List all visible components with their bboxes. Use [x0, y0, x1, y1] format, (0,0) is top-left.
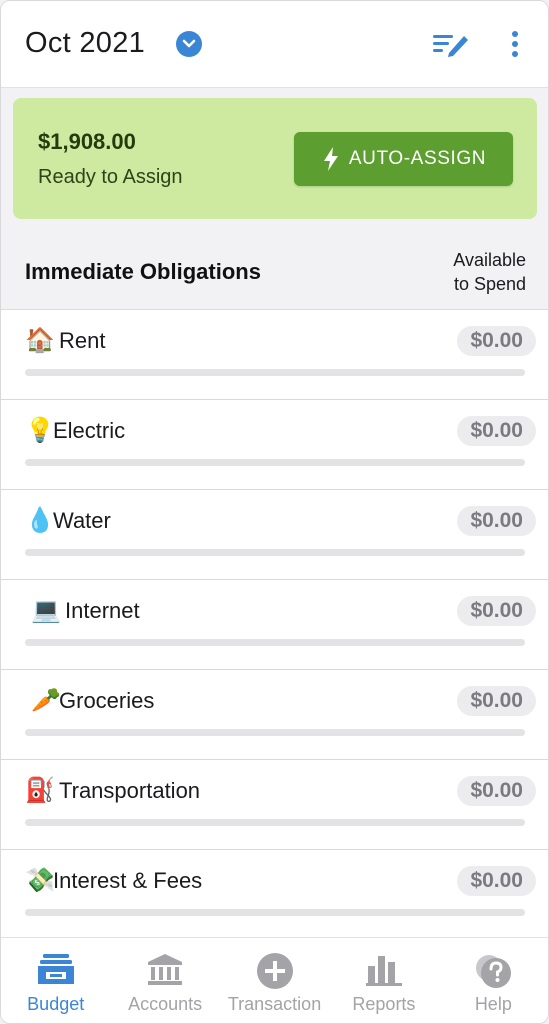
plus-circle-icon [256, 953, 293, 989]
category-name: Internet [65, 598, 140, 623]
lightbulb-icon: 💡 [25, 417, 55, 444]
funding-progress-bar [25, 909, 525, 916]
fuel-pump-icon: ⛽ [25, 777, 55, 804]
funding-progress-bar [25, 819, 525, 826]
category-name: Transportation [59, 778, 201, 803]
category-row-interest-fees[interactable]: 💸 Interest & Fees $0.00 [1, 850, 548, 940]
edit-list-icon[interactable] [431, 29, 471, 59]
budget-icon [37, 954, 74, 984]
nav-label: Help [474, 994, 512, 1014]
group-title: Immediate Obligations [25, 259, 261, 284]
available-column-header: Available to Spend [453, 248, 526, 296]
nav-reports[interactable]: Reports [329, 938, 438, 1023]
ready-to-assign-label: Ready to Assign [38, 166, 183, 188]
category-name: Electric [53, 418, 126, 443]
nav-label: Transaction [227, 994, 322, 1014]
nav-label: Reports [352, 994, 416, 1014]
house-icon: 🏠 [25, 327, 55, 354]
nav-help[interactable]: Help [439, 938, 548, 1023]
laptop-icon: 💻 [31, 597, 61, 624]
bottom-navigation: Budget Accounts Transaction Reports Help [1, 937, 548, 1023]
nav-transaction[interactable]: Transaction [220, 938, 329, 1023]
droplet-icon: 💧 [25, 507, 55, 534]
month-title[interactable]: Oct 2021 [25, 27, 145, 60]
available-amount[interactable]: $0.00 [457, 866, 536, 896]
nav-label: Budget [27, 994, 85, 1014]
ready-to-assign-amount: $1,908.00 [38, 129, 136, 154]
category-name: Rent [59, 328, 106, 353]
nav-accounts[interactable]: Accounts [110, 938, 219, 1023]
category-name: Water [53, 508, 111, 533]
category-row-internet[interactable]: 💻 Internet $0.00 [1, 580, 548, 670]
available-amount[interactable]: $0.00 [457, 416, 536, 446]
available-header-line1: Available [453, 250, 526, 270]
category-row-water[interactable]: 💧 Water $0.00 [1, 490, 548, 580]
funding-progress-bar [25, 369, 525, 376]
lightning-bolt-icon [323, 147, 338, 171]
funding-progress-bar [25, 639, 525, 646]
bar-chart-icon [365, 956, 402, 986]
category-name: Groceries [59, 688, 155, 713]
bank-icon [148, 954, 183, 985]
funding-progress-bar [25, 729, 525, 736]
category-row-groceries[interactable]: 🥕 Groceries $0.00 [1, 670, 548, 760]
category-row-transportation[interactable]: ⛽ Transportation $0.00 [1, 760, 548, 850]
more-vertical-icon[interactable] [503, 27, 527, 61]
chevron-down-circle-icon[interactable] [176, 31, 202, 57]
available-amount[interactable]: $0.00 [457, 326, 536, 356]
nav-label: Accounts [128, 994, 203, 1014]
available-header-line2: to Spend [453, 274, 526, 294]
nav-budget[interactable]: Budget [1, 938, 110, 1023]
category-name: Interest & Fees [53, 868, 203, 893]
category-list: 🏠 Rent $0.00 💡 Electric $0.00 💧 Water $0… [1, 310, 548, 940]
money-wings-icon: 💸 [25, 867, 55, 894]
auto-assign-label: AUTO-ASSIGN [348, 148, 487, 169]
available-amount[interactable]: $0.00 [457, 776, 536, 806]
available-amount[interactable]: $0.00 [457, 506, 536, 536]
funding-progress-bar [25, 549, 525, 556]
funding-progress-bar [25, 459, 525, 466]
category-group-header[interactable]: Immediate Obligations Available to Spend [1, 233, 548, 310]
auto-assign-button[interactable]: AUTO-ASSIGN [294, 132, 513, 186]
available-amount[interactable]: $0.00 [457, 686, 536, 716]
available-amount[interactable]: $0.00 [457, 596, 536, 626]
carrot-icon: 🥕 [31, 687, 61, 714]
category-row-electric[interactable]: 💡 Electric $0.00 [1, 400, 548, 490]
help-icon [476, 955, 512, 988]
top-bar: Oct 2021 [1, 1, 548, 88]
app-frame: Oct 2021 $1,908.00 Ready to Assign AUTO-… [0, 0, 549, 1024]
ready-to-assign-card: $1,908.00 Ready to Assign AUTO-ASSIGN [13, 98, 537, 219]
category-row-rent[interactable]: 🏠 Rent $0.00 [1, 310, 548, 400]
